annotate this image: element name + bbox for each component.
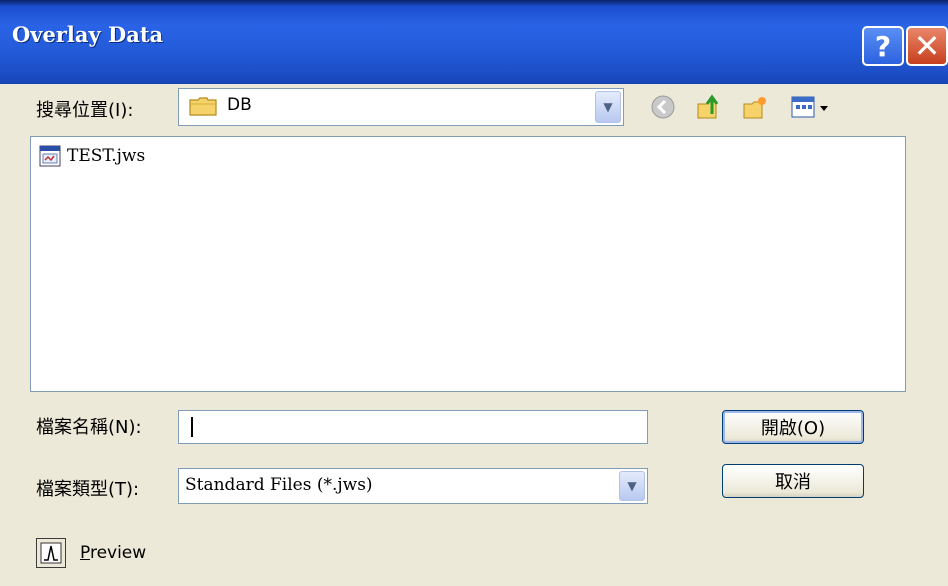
filetype-dropdown-button[interactable]: ▼ [619, 471, 645, 501]
file-name: TEST.jws [67, 146, 146, 166]
lookin-combo[interactable]: DB ▼ [178, 88, 624, 126]
chevron-down-icon: ▼ [627, 479, 637, 493]
title-bar: Overlay Data ? ✕ [0, 0, 948, 84]
lookin-value: DB [227, 95, 252, 115]
up-folder-icon[interactable] [696, 94, 722, 120]
text-caret [191, 417, 193, 437]
open-button[interactable]: 開啟(O) [722, 410, 864, 444]
close-button[interactable]: ✕ [906, 26, 948, 66]
view-menu-icon[interactable] [790, 94, 836, 120]
filetype-label: 檔案類型(T): [36, 479, 140, 500]
jws-file-icon [39, 145, 61, 167]
filename-label: 檔案名稱(N): [36, 417, 142, 438]
close-icon: ✕ [913, 27, 941, 65]
back-icon[interactable] [650, 94, 676, 120]
cancel-button[interactable]: 取消 [722, 464, 864, 498]
list-item[interactable]: TEST.jws [39, 145, 145, 167]
preview-icon [40, 542, 62, 564]
file-list[interactable]: TEST.jws [30, 136, 906, 392]
help-icon: ? [874, 29, 892, 63]
preview-label-rest: review [89, 543, 147, 563]
window-title: Overlay Data [12, 22, 164, 47]
filename-input[interactable] [178, 410, 648, 444]
lookin-label: 搜尋位置(I): [36, 100, 134, 121]
preview-label: Preview [80, 543, 146, 563]
preview-mnemonic: P [80, 543, 90, 563]
new-folder-icon[interactable] [742, 94, 768, 120]
lookin-dropdown-button[interactable]: ▼ [595, 91, 621, 123]
folder-icon [189, 97, 217, 116]
preview-toggle[interactable] [36, 538, 66, 568]
filetype-value: Standard Files (*.jws) [185, 475, 373, 495]
help-button[interactable]: ? [862, 26, 904, 66]
chevron-down-icon: ▼ [603, 100, 613, 114]
filetype-combo[interactable]: Standard Files (*.jws) ▼ [178, 468, 648, 504]
